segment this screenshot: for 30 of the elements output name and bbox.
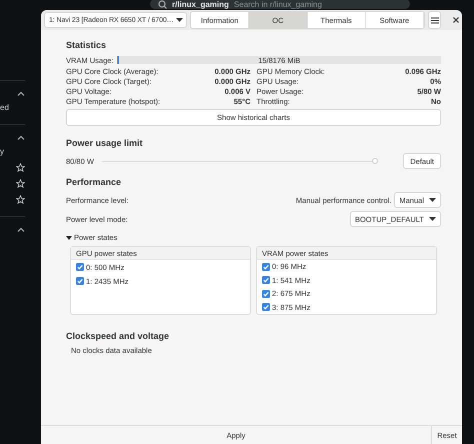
section-title: Performance [66,177,122,187]
section-title: Power usage limit [66,138,144,148]
slider-thumb[interactable] [372,158,378,164]
close-icon [452,17,459,23]
menu-icon [430,16,439,24]
caret-icon [176,17,183,23]
section-title: Clockspeed and voltage [66,331,170,341]
close-button[interactable] [452,15,459,25]
checkbox-checked[interactable] [262,276,270,284]
star-icon [16,163,25,172]
chevron-icon [17,227,25,232]
sidebar-text: ed [0,103,10,112]
checkbox-checked[interactable] [262,290,270,298]
search-icon [158,0,167,8]
checkbox-checked[interactable] [76,277,84,285]
chevron-icon [17,135,25,140]
checkbox-checked[interactable] [76,263,84,271]
community-chip[interactable]: r/linux_gaming [172,0,229,8]
star-icon [16,179,25,188]
search-field[interactable]: r/linux_gaming Search in r/linux_gaming [150,0,410,9]
section-title: Statistics [66,40,108,50]
sidebar-text: y [0,147,5,156]
caret-icon [429,216,436,222]
search-placeholder: Search in r/linux_gaming [234,0,322,8]
star-icon [16,195,25,204]
menu-button[interactable] [428,11,442,29]
checkbox-checked[interactable] [262,262,270,271]
chevron-icon [17,91,25,96]
checkbox-checked[interactable] [262,303,270,312]
caret-icon [429,197,436,203]
